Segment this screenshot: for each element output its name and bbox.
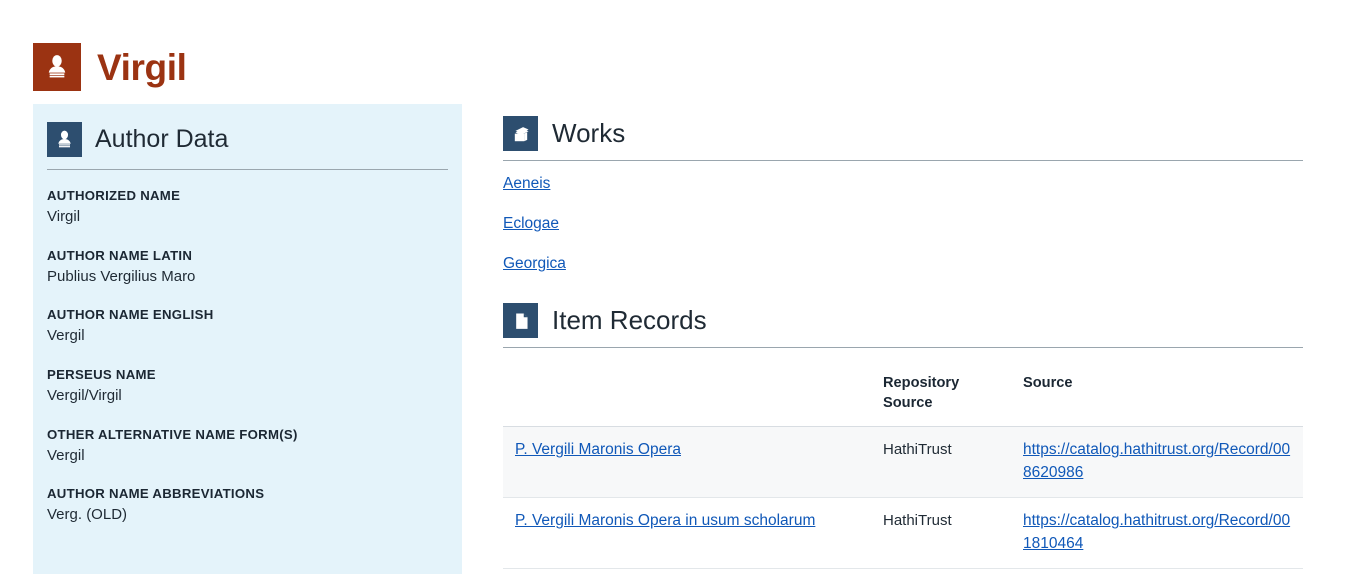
field-other-alternative-name-forms: OTHER ALTERNATIVE NAME FORM(S) Vergil (47, 425, 448, 468)
author-data-header: Author Data (47, 122, 448, 169)
works-title: Works (552, 118, 626, 149)
bust-statue-icon (33, 43, 81, 91)
field-label: AUTHOR NAME ENGLISH (47, 307, 214, 323)
record-repository-cell: HathiTrust (871, 497, 1011, 570)
field-value: Vergil/Virgil (47, 387, 122, 405)
record-title-cell: P. Vergili Maronis Opera in usum scholar… (503, 497, 871, 570)
list-item: Aeneis (503, 175, 1303, 193)
field-value: Publius Vergilius Maro (47, 267, 196, 285)
field-value: Vergil (47, 327, 85, 345)
field-label: OTHER ALTERNATIVE NAME FORM(S) (47, 426, 298, 442)
list-item: Eclogae (503, 215, 1303, 233)
column-header-repository-source: Repository Source (871, 362, 1011, 428)
item-records-table: Repository Source Source P. Vergili Maro… (503, 362, 1303, 570)
record-source-link[interactable]: https://catalog.hathitrust.org/Record/00… (1023, 441, 1290, 480)
table-body: P. Vergili Maronis Opera HathiTrust http… (503, 426, 1303, 570)
table-header-row: Repository Source Source (503, 362, 1303, 428)
field-authorized-name: AUTHORIZED NAME Virgil (47, 186, 448, 229)
field-value: Verg. (OLD) (47, 506, 128, 524)
main-content: Works Aeneis Eclogae Georgica Item Recor… (462, 104, 1356, 570)
site-masthead: Virgil (0, 0, 1356, 104)
page-body: Author Data AUTHORIZED NAME Virgil AUTHO… (0, 104, 1356, 574)
works-list: Aeneis Eclogae Georgica (503, 175, 1303, 273)
work-link-aeneis[interactable]: Aeneis (503, 175, 550, 192)
record-source-cell: https://catalog.hathitrust.org/Record/00… (1011, 497, 1303, 570)
works-header: Works (503, 116, 1303, 160)
column-header-title (503, 362, 871, 428)
table-row: P. Vergili Maronis Opera in usum scholar… (503, 497, 1303, 570)
item-records-title: Item Records (552, 305, 707, 336)
item-records-header: Item Records (503, 303, 1303, 347)
record-title-link[interactable]: P. Vergili Maronis Opera (515, 441, 681, 458)
field-value: Virgil (47, 208, 81, 226)
document-icon (503, 303, 538, 338)
field-author-name-english: AUTHOR NAME ENGLISH Vergil (47, 305, 448, 348)
field-perseus-name: PERSEUS NAME Vergil/Virgil (47, 365, 448, 408)
page-title: Virgil (97, 46, 187, 88)
field-author-name-abbreviations: AUTHOR NAME ABBREVIATIONS Verg. (OLD) (47, 484, 448, 527)
divider (503, 160, 1303, 161)
field-label: AUTHOR NAME LATIN (47, 247, 193, 263)
work-link-georgica[interactable]: Georgica (503, 255, 566, 272)
record-repository-cell: HathiTrust (871, 426, 1011, 499)
item-records-section: Item Records Repository Source Source P.… (503, 303, 1303, 570)
works-section: Works Aeneis Eclogae Georgica (503, 116, 1303, 273)
list-item: Georgica (503, 255, 1303, 273)
author-data-title: Author Data (95, 124, 229, 153)
books-icon (503, 116, 538, 151)
field-label: PERSEUS NAME (47, 366, 156, 382)
field-label: AUTHOR NAME ABBREVIATIONS (47, 486, 265, 502)
column-header-source: Source (1011, 362, 1303, 428)
field-author-name-latin: AUTHOR NAME LATIN Publius Vergilius Maro (47, 246, 448, 289)
divider (503, 347, 1303, 348)
work-link-eclogae[interactable]: Eclogae (503, 215, 559, 232)
record-source-cell: https://catalog.hathitrust.org/Record/00… (1011, 426, 1303, 499)
divider (47, 169, 448, 170)
field-label: AUTHORIZED NAME (47, 188, 181, 203)
author-data-panel: Author Data AUTHORIZED NAME Virgil AUTHO… (33, 104, 462, 574)
table-row: P. Vergili Maronis Opera HathiTrust http… (503, 426, 1303, 499)
record-source-link[interactable]: https://catalog.hathitrust.org/Record/00… (1023, 512, 1290, 551)
field-value: Vergil (47, 446, 85, 464)
record-title-link[interactable]: P. Vergili Maronis Opera in usum scholar… (515, 512, 815, 529)
table-header: Repository Source Source (503, 362, 1303, 428)
record-title-cell: P. Vergili Maronis Opera (503, 426, 871, 499)
bust-statue-icon (47, 122, 82, 157)
